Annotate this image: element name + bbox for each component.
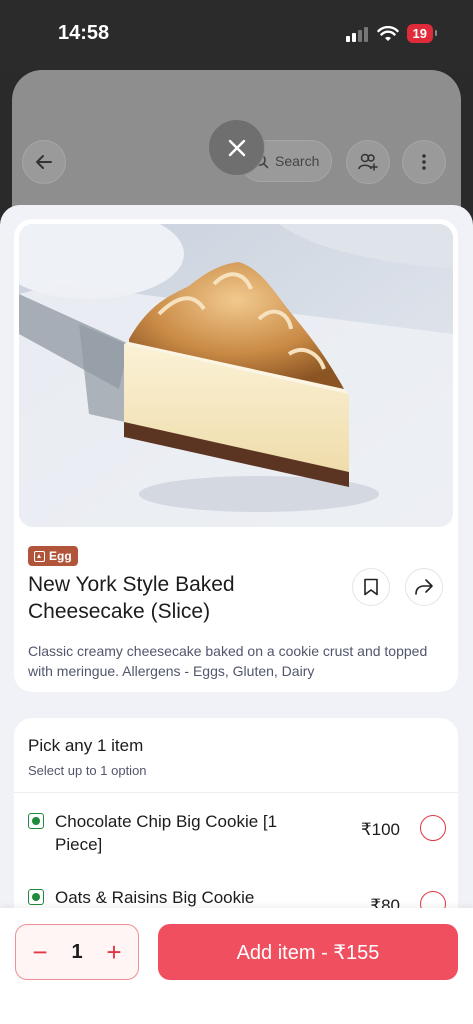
egg-badge-label: Egg [49,549,72,563]
signal-icon [345,26,368,42]
item-detail-sheet: Egg New York Style Baked Cheesecake (Sli… [0,205,473,1024]
product-title: New York Style Baked Cheesecake (Slice) [28,573,235,623]
veg-icon [28,813,44,829]
product-description: Classic creamy cheesecake baked on a coo… [28,643,428,679]
options-subtitle: Select up to 1 option [28,763,147,778]
back-button[interactable] [22,140,66,184]
egg-badge: Egg [28,546,78,566]
add-people-button[interactable] [346,140,390,184]
bookmark-icon [364,578,378,596]
quantity-value: 1 [71,940,83,963]
veg-icon [28,889,44,905]
option-radio[interactable] [420,815,446,841]
more-vertical-icon [422,154,426,170]
wifi-icon [376,25,399,41]
product-image [19,224,453,527]
bookmark-button[interactable] [352,568,390,606]
status-time: 14:58 [58,22,110,44]
share-button[interactable] [405,568,443,606]
back-arrow-icon [36,155,52,169]
increase-quantity-button[interactable]: + [102,939,126,965]
group-add-icon [358,153,378,171]
cheesecake-illustration [19,224,453,527]
egg-icon [34,550,45,562]
option-name: Oats & Raisins Big Cookie [55,888,255,907]
close-sheet-button[interactable] [208,119,265,176]
product-card: Egg New York Style Baked Cheesecake (Sli… [14,219,458,692]
options-title: Pick any 1 item [28,736,144,755]
quantity-stepper: − 1 + [15,924,139,980]
battery-indicator: 19 [406,24,438,43]
add-item-button[interactable]: Add item - ₹155 [158,924,458,980]
search-label: Search [275,153,320,169]
status-icons: 19 [345,24,438,43]
bottom-action-bar: − 1 + Add item - ₹155 [0,908,473,1024]
status-bar: 14:58 19 [0,0,473,70]
option-price: ₹100 [360,820,400,839]
option-name: Chocolate Chip Big Cookie [1 Piece] [55,812,278,854]
share-arrow-icon [415,579,433,595]
decrease-quantity-button[interactable]: − [28,939,52,965]
close-icon [228,139,245,156]
more-options-button[interactable] [402,140,446,184]
divider [14,792,458,793]
